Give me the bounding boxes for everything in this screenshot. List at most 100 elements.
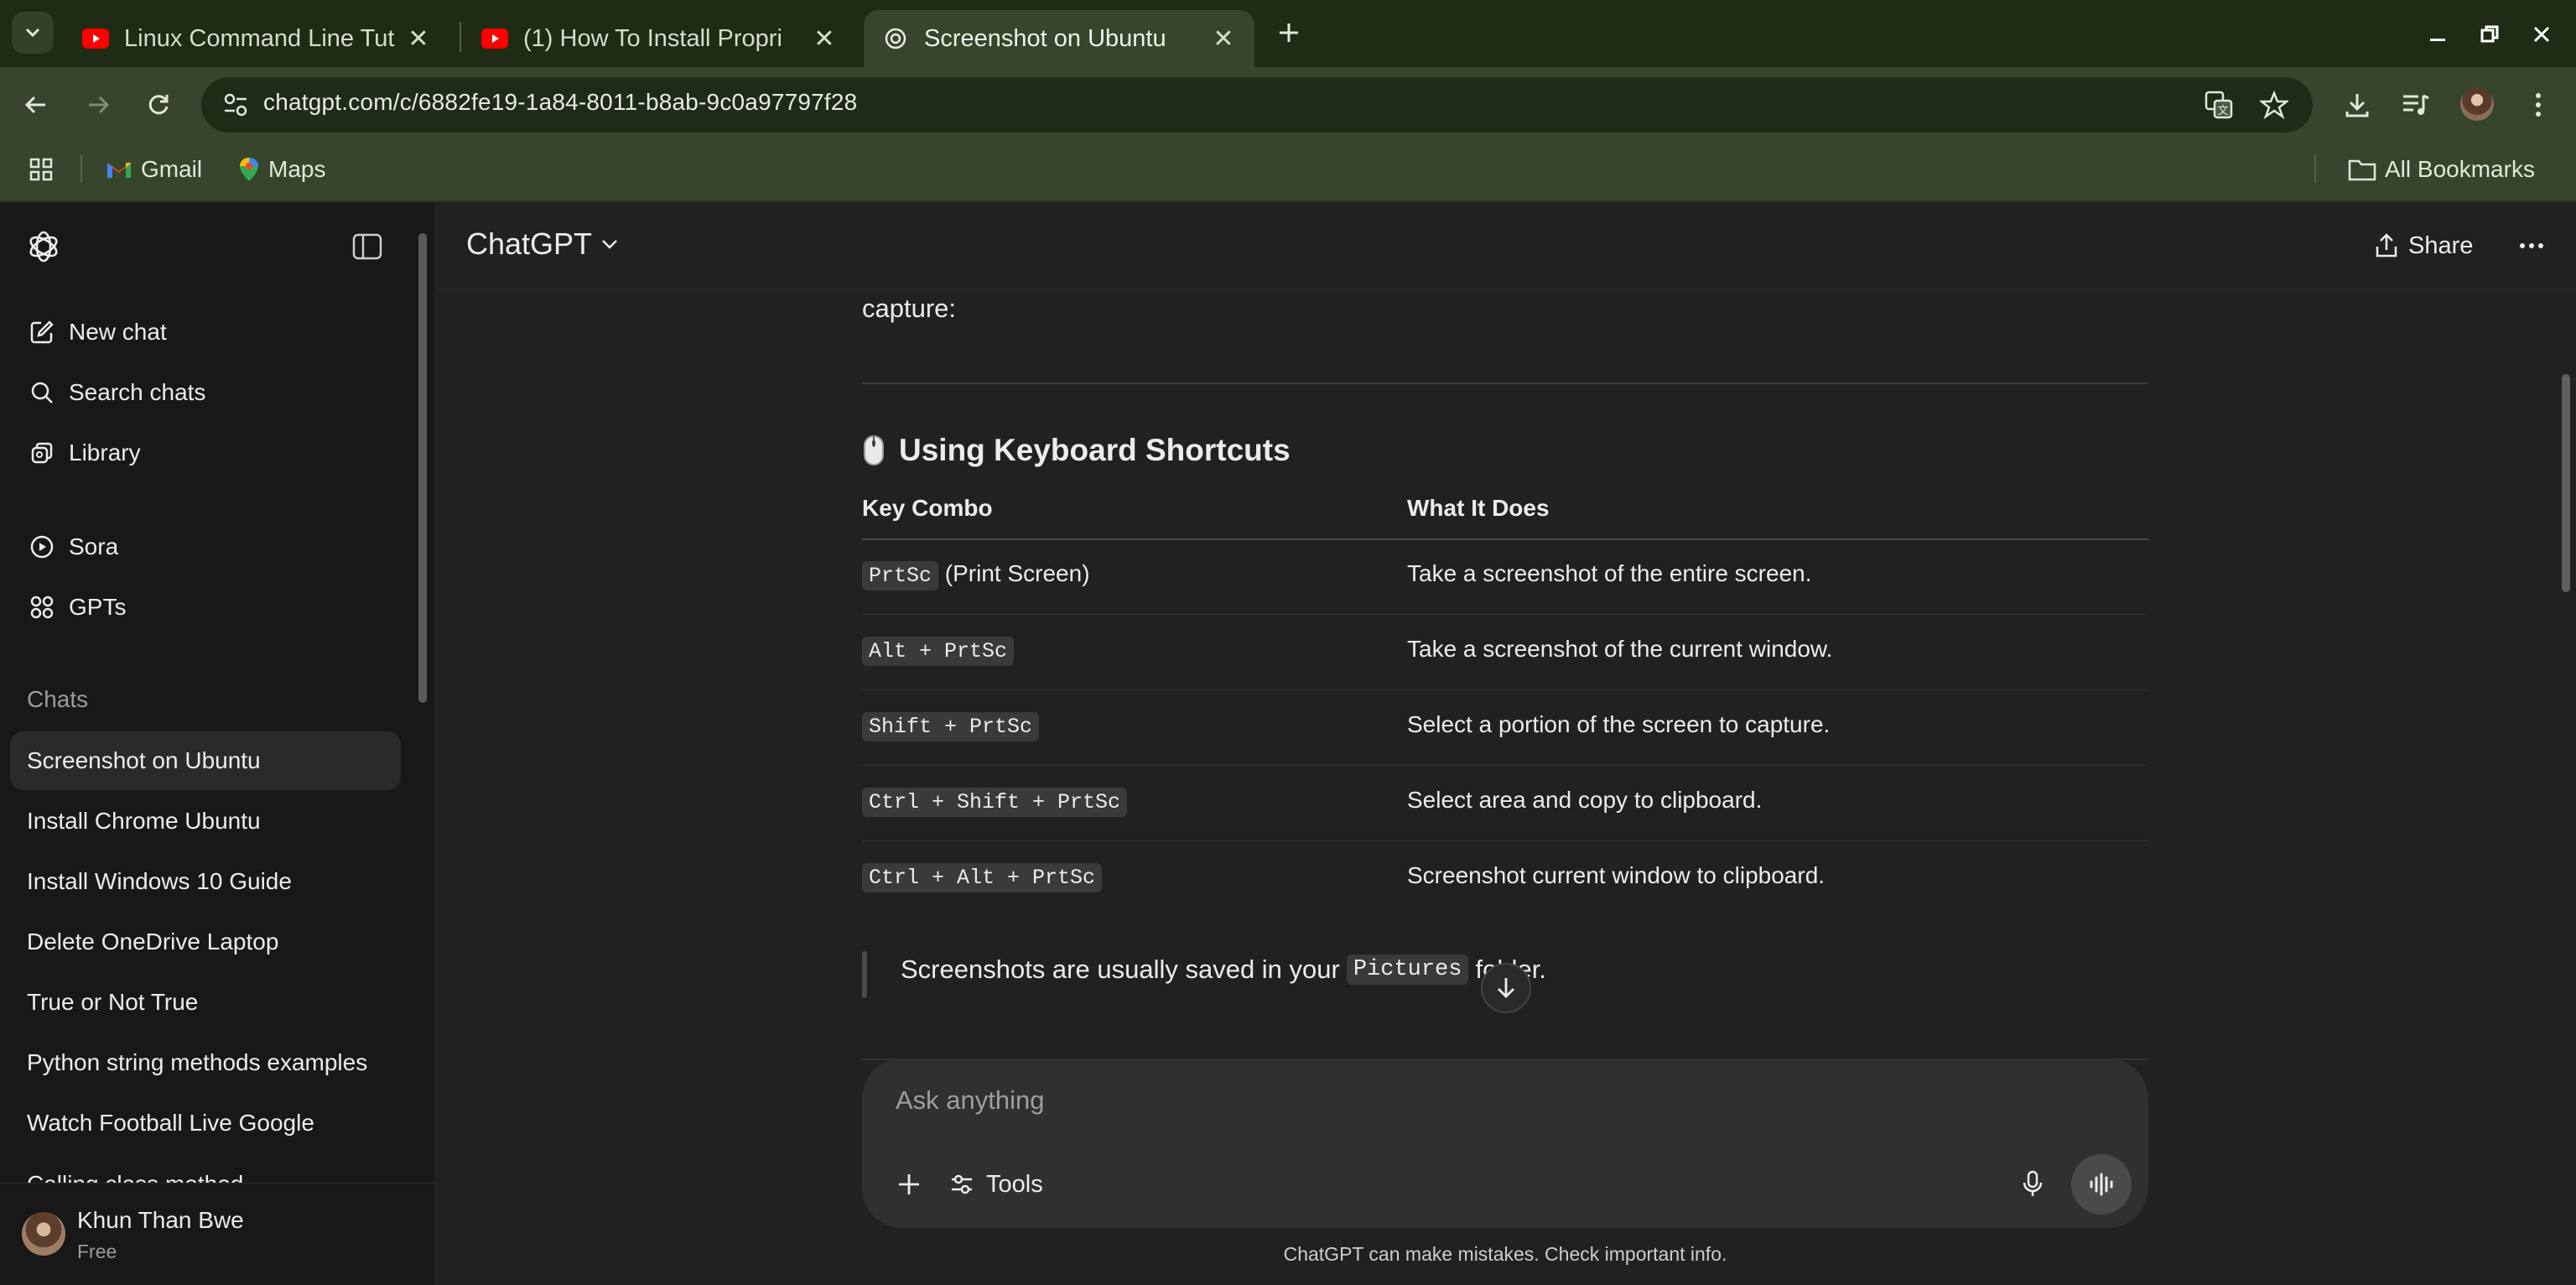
- chat-item[interactable]: Install Windows 10 Guide: [10, 852, 401, 911]
- sidebar-item-gpts[interactable]: GPTs: [12, 580, 401, 634]
- bookmark-star-icon[interactable]: [2257, 88, 2291, 122]
- openai-icon: [882, 25, 909, 52]
- table-row-divider: [862, 614, 2148, 615]
- blockquote: Screenshots are usually saved in your Pi…: [901, 955, 1546, 985]
- tab-search-button[interactable]: [12, 12, 54, 54]
- tab-linux-command-line[interactable]: Linux Command Line Tut ✕: [64, 10, 449, 67]
- address-bar[interactable]: chatgpt.com/c/6882fe19-1a84-8011-b8ab-9c…: [201, 77, 2313, 133]
- share-button[interactable]: Share: [2375, 226, 2473, 265]
- table-cell-desc: Screenshot current window to clipboard.: [1407, 862, 1826, 888]
- bookmark-gmail[interactable]: Gmail: [106, 151, 202, 188]
- tab-title: Linux Command Line Tut: [124, 24, 395, 52]
- close-icon[interactable]: ✕: [812, 25, 837, 53]
- forward-button[interactable]: [79, 86, 117, 124]
- table-cell-desc: Take a screenshot of the current window.: [1407, 636, 1833, 662]
- maps-icon: [238, 156, 260, 183]
- disclaimer: ChatGPT can make mistakes. Check importa…: [1283, 1243, 1727, 1265]
- key-combo: Alt + PrtSc: [862, 637, 1015, 666]
- all-bookmarks-button[interactable]: All Bookmarks: [2348, 151, 2535, 188]
- key-combo: Ctrl + Shift + PrtSc: [862, 788, 1128, 817]
- table-cell-desc: Select a portion of the screen to captur…: [1407, 711, 1831, 737]
- share-icon: [2375, 233, 2398, 258]
- close-window-button[interactable]: [2522, 15, 2561, 54]
- mouse-icon: [862, 434, 886, 467]
- bookmark-divider: [80, 154, 82, 183]
- tab-title: (1) How To Install Propri: [523, 24, 782, 52]
- browser-menu-button[interactable]: [2519, 86, 2558, 124]
- chat-item[interactable]: Screenshot on Ubuntu: [10, 731, 401, 790]
- table-cell-key: Shift + PrtSc: [862, 711, 1040, 741]
- sidebar-scrollbar[interactable]: [416, 216, 429, 1278]
- model-name: ChatGPT: [466, 226, 593, 261]
- back-button[interactable]: [17, 86, 55, 124]
- key-suffix: (Print Screen): [944, 560, 1090, 586]
- avatar: [22, 1212, 65, 1256]
- message-input[interactable]: Ask anything: [896, 1085, 1045, 1116]
- chat-item[interactable]: Watch Football Live Google: [10, 1094, 401, 1152]
- table-row-divider: [862, 840, 2148, 841]
- inline-code: Pictures: [1346, 955, 1469, 985]
- close-icon[interactable]: ✕: [1211, 25, 1236, 53]
- table-cell-key: PrtSc (Print Screen): [862, 560, 1090, 590]
- openai-logo-icon[interactable]: [23, 226, 64, 267]
- bookmark-label: Maps: [268, 156, 326, 182]
- add-attachment-button[interactable]: [887, 1163, 931, 1206]
- close-icon[interactable]: ✕: [406, 25, 431, 53]
- profile-avatar[interactable]: [2460, 87, 2494, 121]
- search-chats-button[interactable]: Search chats: [12, 366, 401, 419]
- sidebar-item-label: Sora: [69, 533, 119, 559]
- play-circle-icon: [27, 532, 57, 562]
- chat-item[interactable]: Calling class method: [10, 1154, 401, 1183]
- minimize-button[interactable]: [2418, 15, 2457, 54]
- key-combo: Shift + PrtSc: [862, 712, 1040, 741]
- grid-icon: [27, 592, 57, 622]
- translate-icon[interactable]: 文: [2202, 88, 2236, 122]
- bookmarks-bar: [0, 141, 2576, 202]
- downloads-button[interactable]: [2338, 86, 2376, 124]
- sliders-icon: [949, 1172, 974, 1197]
- dictate-button[interactable]: [2011, 1163, 2054, 1206]
- table-cell-desc: Take a screenshot of the entire screen.: [1407, 560, 1812, 586]
- media-control-button[interactable]: [2397, 86, 2435, 124]
- bookmark-maps[interactable]: Maps: [238, 151, 325, 188]
- user-plan: Free: [77, 1241, 117, 1262]
- new-tab-button[interactable]: [1270, 13, 1308, 52]
- table-cell-desc: Select area and copy to clipboard.: [1407, 787, 1763, 813]
- compose-icon: [27, 317, 57, 347]
- svg-text:文: 文: [2217, 105, 2228, 117]
- apps-grid-icon[interactable]: [29, 151, 54, 188]
- sidebar-item-label: Library: [69, 440, 141, 466]
- chat-item[interactable]: True or Not True: [10, 973, 401, 1032]
- reload-button[interactable]: [139, 86, 178, 124]
- more-options-button[interactable]: [2512, 226, 2551, 265]
- divider: [862, 382, 2148, 384]
- quote-text: Screenshots are usually saved in your: [901, 955, 1340, 984]
- tab-install-proprietary[interactable]: (1) How To Install Propri ✕: [463, 10, 855, 67]
- toggle-sidebar-button[interactable]: [347, 226, 387, 267]
- url-text: chatgpt.com/c/6882fe19-1a84-8011-b8ab-9c…: [263, 89, 858, 115]
- library-icon: [27, 438, 57, 468]
- sidebar-item-label: GPTs: [69, 594, 127, 620]
- sidebar-item-sora[interactable]: Sora: [12, 520, 401, 574]
- tab-separator: [460, 22, 461, 52]
- gmail-icon: [106, 159, 132, 179]
- table-row-divider: [862, 765, 2148, 766]
- section-heading-text: Using Keyboard Shortcuts: [899, 433, 1291, 467]
- restore-button[interactable]: [2470, 15, 2509, 54]
- scroll-to-bottom-button[interactable]: [1481, 963, 1531, 1013]
- chat-scrollbar[interactable]: [2559, 294, 2573, 1141]
- site-settings-icon[interactable]: [221, 91, 250, 119]
- tools-button[interactable]: Tools: [949, 1163, 1043, 1206]
- chat-item[interactable]: Delete OneDrive Laptop: [10, 913, 401, 971]
- tab-screenshot-ubuntu[interactable]: Screenshot on Ubuntu ✕: [864, 10, 1254, 67]
- composer: Ask anything Tools: [862, 1059, 2148, 1228]
- new-chat-button[interactable]: New chat: [12, 305, 401, 359]
- chat-item[interactable]: Install Chrome Ubuntu: [10, 792, 401, 851]
- library-button[interactable]: Library: [12, 426, 401, 480]
- user-profile-button[interactable]: Khun Than Bwe Free: [0, 1183, 434, 1285]
- voice-mode-button[interactable]: [2071, 1154, 2132, 1215]
- model-selector[interactable]: ChatGPT: [466, 226, 619, 262]
- chat-item[interactable]: Python string methods examples: [10, 1033, 401, 1092]
- table-cell-key: Alt + PrtSc: [862, 636, 1015, 666]
- key-combo: PrtSc: [862, 561, 939, 590]
